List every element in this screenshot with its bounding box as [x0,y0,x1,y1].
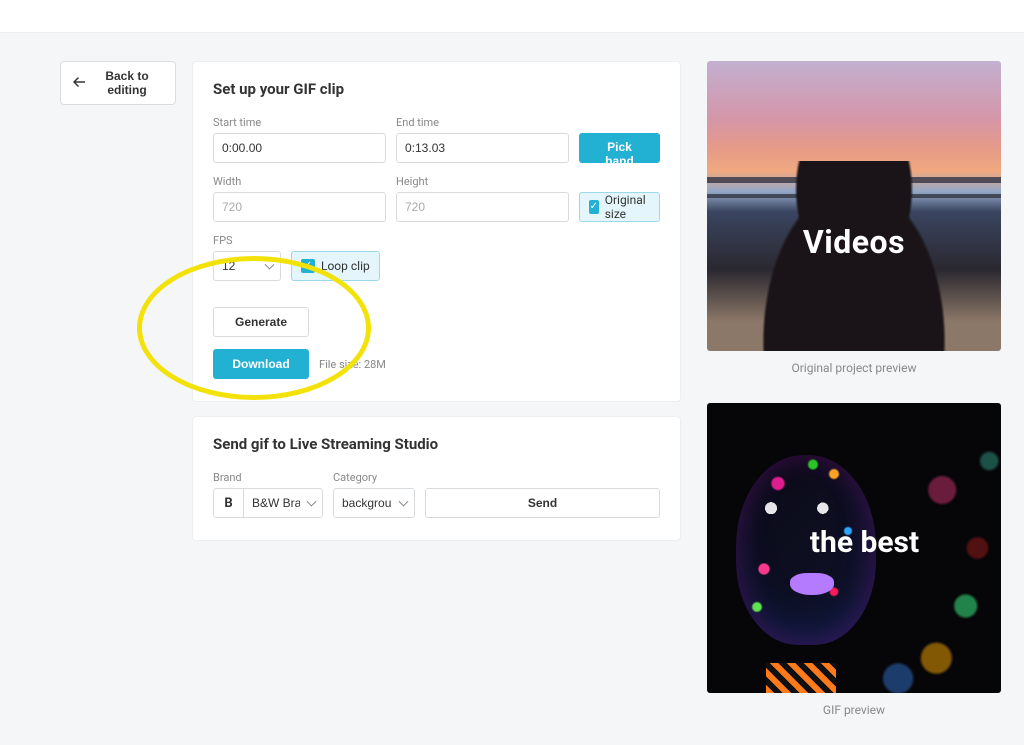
check-icon: ✓ [301,259,315,273]
original-preview-text: Videos [707,223,1001,261]
category-label: Category [333,471,415,484]
category-select[interactable]: background [333,488,415,518]
brand-letter-badge: B [213,488,243,518]
gif-preview-block: the best GIF preview [707,403,1001,717]
original-size-toggle[interactable]: ✓ Original size [579,192,660,222]
back-to-editing-button[interactable]: Back to editing [60,61,176,105]
previews-column: Videos Original project preview the best… [707,61,1001,717]
height-label: Height [396,175,569,188]
original-preview-image: Videos [707,61,1001,351]
fps-select[interactable]: 12 [213,251,281,281]
fps-label: FPS [213,234,281,247]
arrow-left-icon [73,76,85,90]
brand-label: Brand [213,471,323,484]
height-input[interactable] [396,192,569,222]
original-size-label: Original size [605,193,650,221]
original-preview-block: Videos Original project preview [707,61,1001,375]
end-time-input[interactable] [396,133,569,163]
page-body: Back to editing Set up your GIF clip Sta… [0,33,1024,745]
send-gif-title: Send gif to Live Streaming Studio [213,435,660,453]
file-size-label: File size: 28M [319,358,386,371]
generate-button[interactable]: Generate [213,307,309,337]
width-input[interactable] [213,192,386,222]
check-icon: ✓ [589,200,599,214]
gif-preview-text: the best [810,525,919,560]
brand-select[interactable]: B&W Brand [243,488,323,518]
settings-column: Set up your GIF clip Start time End time… [192,61,681,717]
gif-preview-image: the best [707,403,1001,693]
download-button[interactable]: Download [213,349,309,379]
loop-clip-label: Loop clip [321,259,370,273]
top-bar [0,0,1024,33]
back-button-label: Back to editing [91,69,163,97]
gif-clip-card: Set up your GIF clip Start time End time… [192,61,681,402]
start-time-label: Start time [213,116,386,129]
gif-preview-caption: GIF preview [707,703,1001,717]
loop-clip-toggle[interactable]: ✓ Loop clip [291,251,380,281]
start-time-input[interactable] [213,133,386,163]
left-column: Back to editing [60,61,176,717]
send-button[interactable]: Send [425,488,660,518]
original-preview-caption: Original project preview [707,361,1001,375]
end-time-label: End time [396,116,569,129]
width-label: Width [213,175,386,188]
gif-clip-title: Set up your GIF clip [213,80,660,98]
pick-band-button[interactable]: Pick band [579,133,660,163]
send-gif-card: Send gif to Live Streaming Studio Brand … [192,416,681,541]
